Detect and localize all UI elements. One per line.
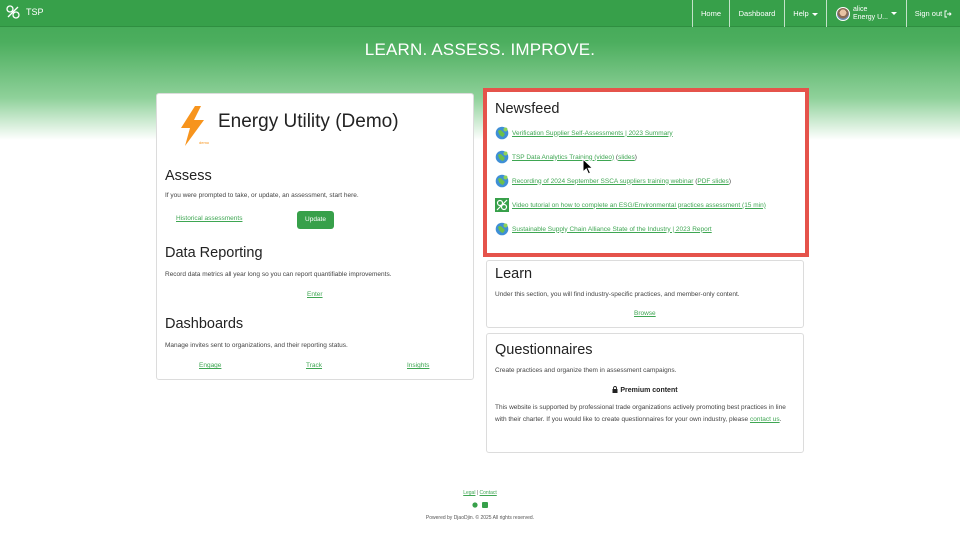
news-link[interactable]: Video tutorial on how to complete an ESG… xyxy=(512,202,766,209)
brand[interactable]: TSP xyxy=(6,5,44,19)
news-slides-link[interactable]: slides xyxy=(618,154,635,161)
questionnaires-body: This website is supported by professiona… xyxy=(495,402,790,426)
questionnaires-title: Questionnaires xyxy=(495,342,593,358)
nav-signout[interactable]: Sign out xyxy=(906,0,960,27)
news-link[interactable]: TSP Data Analytics Training (video) xyxy=(512,154,614,161)
news-paren-close: ) xyxy=(634,153,637,161)
news-item[interactable]: Recording of 2024 September SSCA supplie… xyxy=(495,174,731,188)
footer-powered: Powered by DjaoDjin. © 2025 All rights r… xyxy=(425,515,535,521)
update-button[interactable]: Update xyxy=(297,211,334,229)
track-link[interactable]: Track xyxy=(306,362,322,369)
newsfeed-panel: Newsfeed Verification Supplier Self-Asse… xyxy=(483,88,809,257)
brand-name: TSP xyxy=(26,7,44,17)
contact-link[interactable]: Contact xyxy=(480,490,497,496)
avatar xyxy=(835,6,850,21)
globe-icon xyxy=(495,174,509,188)
premium-label: Premium content xyxy=(620,387,678,394)
chevron-down-icon xyxy=(891,12,897,15)
engage-link[interactable]: Engage xyxy=(199,362,221,369)
news-link[interactable]: Sustainable Supply Chain Alliance State … xyxy=(512,226,712,233)
globe-icon xyxy=(495,222,509,236)
news-pdf-slides-link[interactable]: PDF slides xyxy=(697,178,728,185)
learn-panel: Learn Under this section, you will find … xyxy=(486,260,804,328)
nav-help-label: Help xyxy=(793,9,809,18)
nav-help[interactable]: Help xyxy=(784,0,826,27)
signout-label: Sign out xyxy=(914,9,943,18)
github-icon[interactable] xyxy=(472,502,478,508)
linkedin-icon[interactable] xyxy=(482,502,489,508)
assess-title: Assess xyxy=(165,168,212,184)
tsp-logo-icon xyxy=(495,198,509,212)
questionnaires-panel: Questionnaires Create practices and orga… xyxy=(486,333,804,453)
contact-us-link[interactable]: contact us xyxy=(750,416,780,423)
sign-out-icon xyxy=(944,10,952,18)
user-name: alice xyxy=(852,5,868,13)
globe-icon xyxy=(495,150,509,164)
insights-link[interactable]: Insights xyxy=(407,362,429,369)
browse-link[interactable]: Browse xyxy=(634,310,656,317)
data-reporting-desc: Record data metrics all year long so you… xyxy=(165,271,392,278)
historical-assessments-link[interactable]: Historical assessments xyxy=(176,215,242,222)
assess-desc: If you were prompted to take, or update,… xyxy=(165,192,359,199)
questionnaires-body-text: This website is supported by professiona… xyxy=(495,404,786,423)
chevron-down-icon xyxy=(811,12,818,16)
news-item[interactable]: Verification Supplier Self-Assessments |… xyxy=(495,126,673,140)
footer-links: Legal | Contact xyxy=(0,490,960,496)
news-link[interactable]: Verification Supplier Self-Assessments |… xyxy=(512,130,673,137)
tsp-logo-icon xyxy=(6,5,20,19)
lock-icon xyxy=(612,386,618,393)
news-link[interactable]: Recording of 2024 September SSCA supplie… xyxy=(512,178,693,185)
questionnaires-desc: Create practices and organize them in as… xyxy=(495,367,677,374)
nav-dashboard[interactable]: Dashboard xyxy=(729,0,784,27)
premium-content: Premium content xyxy=(487,386,803,394)
news-paren-close: ) xyxy=(728,177,731,185)
hero-tagline: LEARN. ASSESS. IMPROVE. xyxy=(364,40,596,59)
dashboards-title: Dashboards xyxy=(165,316,244,332)
enter-link[interactable]: Enter xyxy=(307,291,323,298)
globe-icon xyxy=(495,126,509,140)
legal-link[interactable]: Legal xyxy=(463,490,475,496)
logo-caption: demo xyxy=(199,140,210,145)
data-reporting-title: Data Reporting xyxy=(165,245,263,261)
newsfeed-title: Newsfeed xyxy=(495,101,560,117)
news-item[interactable]: Video tutorial on how to complete an ESG… xyxy=(495,198,766,212)
dashboards-desc: Manage invites sent to organizations, an… xyxy=(165,342,348,349)
mouse-cursor-icon xyxy=(582,158,594,175)
footer-social xyxy=(0,502,960,510)
nav-dashboard-label: Dashboard xyxy=(738,9,776,18)
user-org: Energy U... xyxy=(852,13,888,21)
top-navbar: TSP Home Dashboard Help alice Energy U..… xyxy=(0,0,960,27)
news-item[interactable]: TSP Data Analytics Training (video) ( sl… xyxy=(495,150,637,164)
learn-desc: Under this section, you will find indust… xyxy=(495,291,740,298)
body-period: . xyxy=(779,416,782,423)
left-panel: demo Energy Utility (Demo) Assess If you… xyxy=(156,93,474,380)
news-item[interactable]: Sustainable Supply Chain Alliance State … xyxy=(495,222,712,236)
org-name: Energy Utility (Demo) xyxy=(218,111,399,132)
nav-home-label: Home xyxy=(700,9,721,18)
nav-home[interactable]: Home xyxy=(692,0,729,27)
learn-title: Learn xyxy=(495,266,533,282)
nav-user-menu[interactable]: alice Energy U... xyxy=(826,0,906,27)
